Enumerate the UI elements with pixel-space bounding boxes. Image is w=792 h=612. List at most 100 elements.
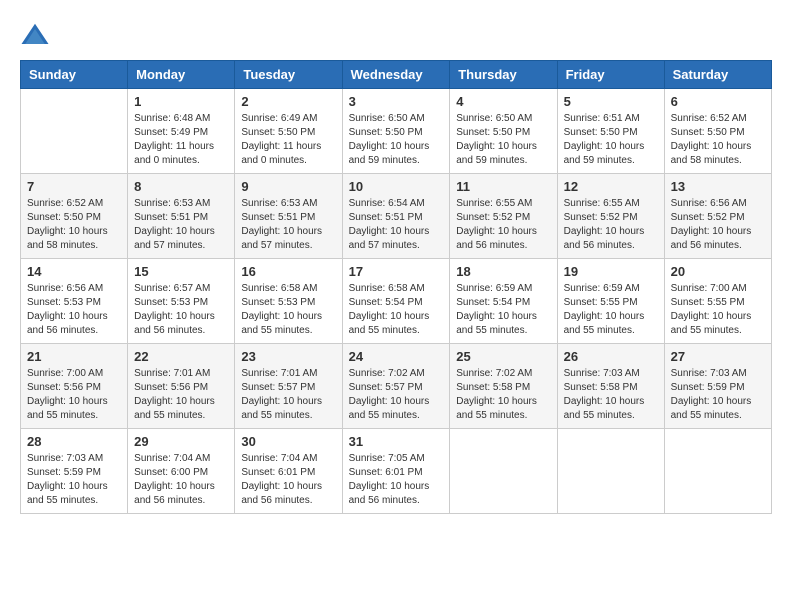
calendar-cell: 1Sunrise: 6:48 AMSunset: 5:49 PMDaylight…	[128, 89, 235, 174]
day-number: 2	[241, 94, 335, 109]
day-info: Sunrise: 7:00 AMSunset: 5:55 PMDaylight:…	[671, 282, 765, 338]
calendar-cell: 11Sunrise: 6:55 AMSunset: 5:52 PMDayligh…	[450, 174, 557, 259]
calendar-cell: 6Sunrise: 6:52 AMSunset: 5:50 PMDaylight…	[664, 89, 771, 174]
day-number: 20	[671, 264, 765, 279]
calendar-cell: 18Sunrise: 6:59 AMSunset: 5:54 PMDayligh…	[450, 259, 557, 344]
day-info: Sunrise: 6:58 AMSunset: 5:53 PMDaylight:…	[241, 282, 335, 338]
col-header-thursday: Thursday	[450, 61, 557, 89]
day-number: 14	[27, 264, 121, 279]
calendar-cell: 29Sunrise: 7:04 AMSunset: 6:00 PMDayligh…	[128, 429, 235, 514]
day-number: 18	[456, 264, 550, 279]
col-header-saturday: Saturday	[664, 61, 771, 89]
calendar-cell: 10 Sunrise: 6:54 AMSunset: 5:51 PMDayligh…	[342, 174, 450, 259]
day-info: Sunrise: 7:03 AMSunset: 5:59 PMDaylight:…	[27, 452, 121, 508]
calendar-cell: 31 Sunrise: 7:05 AMSunset: 6:01 PMDayligh…	[342, 429, 450, 514]
day-info: Sunrise: 7:05 AMSunset: 6:01 PMDaylight:…	[349, 452, 444, 508]
calendar-cell: 21 Sunrise: 7:00 AMSunset: 5:56 PMDayligh…	[21, 344, 128, 429]
col-header-wednesday: Wednesday	[342, 61, 450, 89]
calendar-cell: 28 Sunrise: 7:03 AMSunset: 5:59 PMDayligh…	[21, 429, 128, 514]
day-number: 17	[349, 264, 444, 279]
calendar-table: SundayMondayTuesdayWednesdayThursdayFrid…	[20, 60, 772, 514]
calendar-cell: 9 Sunrise: 6:53 AMSunset: 5:51 PMDaylight…	[235, 174, 342, 259]
day-number: 31	[349, 434, 444, 449]
calendar-week-1: 7Sunrise: 6:52 AMSunset: 5:50 PMDaylight…	[21, 174, 772, 259]
day-info: Sunrise: 6:55 AMSunset: 5:52 PMDaylight:…	[564, 197, 658, 253]
day-number: 12	[564, 179, 658, 194]
calendar-week-3: 21 Sunrise: 7:00 AMSunset: 5:56 PMDayligh…	[21, 344, 772, 429]
calendar-cell: 7Sunrise: 6:52 AMSunset: 5:50 PMDaylight…	[21, 174, 128, 259]
day-info: Sunrise: 6:49 AMSunset: 5:50 PMDaylight:…	[241, 112, 335, 168]
day-info: Sunrise: 6:56 AMSunset: 5:52 PMDaylight:…	[671, 197, 765, 253]
calendar-cell: 17Sunrise: 6:58 AMSunset: 5:54 PMDayligh…	[342, 259, 450, 344]
calendar-cell: 16 Sunrise: 6:58 AMSunset: 5:53 PMDayligh…	[235, 259, 342, 344]
calendar-cell: 23Sunrise: 7:01 AMSunset: 5:57 PMDayligh…	[235, 344, 342, 429]
day-info: Sunrise: 6:56 AMSunset: 5:53 PMDaylight:…	[27, 282, 121, 338]
day-info: Sunrise: 7:00 AMSunset: 5:56 PMDaylight:…	[27, 367, 121, 423]
day-info: Sunrise: 7:03 AMSunset: 5:58 PMDaylight:…	[564, 367, 658, 423]
day-number: 24	[349, 349, 444, 364]
day-number: 10	[349, 179, 444, 194]
calendar-cell	[557, 429, 664, 514]
day-info: Sunrise: 6:54 AMSunset: 5:51 PMDaylight:…	[349, 197, 444, 253]
day-number: 5	[564, 94, 658, 109]
calendar-cell: 13Sunrise: 6:56 AMSunset: 5:52 PMDayligh…	[664, 174, 771, 259]
calendar-cell: 3 Sunrise: 6:50 AMSunset: 5:50 PMDaylight…	[342, 89, 450, 174]
day-number: 28	[27, 434, 121, 449]
day-number: 27	[671, 349, 765, 364]
day-info: Sunrise: 6:53 AMSunset: 5:51 PMDaylight:…	[241, 197, 335, 253]
logo	[20, 20, 54, 50]
day-number: 16	[241, 264, 335, 279]
calendar-header-row: SundayMondayTuesdayWednesdayThursdayFrid…	[21, 61, 772, 89]
day-number: 9	[241, 179, 335, 194]
calendar-cell: 20 Sunrise: 7:00 AMSunset: 5:55 PMDayligh…	[664, 259, 771, 344]
calendar-cell	[21, 89, 128, 174]
calendar-cell: 30 Sunrise: 7:04 AMSunset: 6:01 PMDayligh…	[235, 429, 342, 514]
calendar-cell: 8 Sunrise: 6:53 AMSunset: 5:51 PMDaylight…	[128, 174, 235, 259]
calendar-cell	[450, 429, 557, 514]
calendar-cell: 25 Sunrise: 7:02 AMSunset: 5:58 PMDayligh…	[450, 344, 557, 429]
day-number: 3	[349, 94, 444, 109]
day-number: 26	[564, 349, 658, 364]
day-info: Sunrise: 7:03 AMSunset: 5:59 PMDaylight:…	[671, 367, 765, 423]
day-number: 8	[134, 179, 228, 194]
day-info: Sunrise: 6:50 AMSunset: 5:50 PMDaylight:…	[349, 112, 444, 168]
day-info: Sunrise: 7:01 AMSunset: 5:56 PMDaylight:…	[134, 367, 228, 423]
col-header-friday: Friday	[557, 61, 664, 89]
day-number: 1	[134, 94, 228, 109]
calendar-cell: 12 Sunrise: 6:55 AMSunset: 5:52 PMDayligh…	[557, 174, 664, 259]
calendar-week-4: 28 Sunrise: 7:03 AMSunset: 5:59 PMDayligh…	[21, 429, 772, 514]
day-number: 11	[456, 179, 550, 194]
day-info: Sunrise: 7:04 AMSunset: 6:01 PMDaylight:…	[241, 452, 335, 508]
day-number: 30	[241, 434, 335, 449]
day-info: Sunrise: 6:53 AMSunset: 5:51 PMDaylight:…	[134, 197, 228, 253]
calendar-cell	[664, 429, 771, 514]
col-header-monday: Monday	[128, 61, 235, 89]
calendar-cell: 26 Sunrise: 7:03 AMSunset: 5:58 PMDayligh…	[557, 344, 664, 429]
calendar-cell: 14 Sunrise: 6:56 AMSunset: 5:53 PMDayligh…	[21, 259, 128, 344]
day-number: 25	[456, 349, 550, 364]
day-info: Sunrise: 6:50 AMSunset: 5:50 PMDaylight:…	[456, 112, 550, 168]
day-info: Sunrise: 6:59 AMSunset: 5:55 PMDaylight:…	[564, 282, 658, 338]
day-info: Sunrise: 6:51 AMSunset: 5:50 PMDaylight:…	[564, 112, 658, 168]
logo-icon	[20, 20, 50, 50]
day-info: Sunrise: 7:02 AMSunset: 5:58 PMDaylight:…	[456, 367, 550, 423]
calendar-cell: 5 Sunrise: 6:51 AMSunset: 5:50 PMDaylight…	[557, 89, 664, 174]
day-info: Sunrise: 6:52 AMSunset: 5:50 PMDaylight:…	[27, 197, 121, 253]
page-header	[20, 20, 772, 50]
day-number: 19	[564, 264, 658, 279]
day-info: Sunrise: 7:01 AMSunset: 5:57 PMDaylight:…	[241, 367, 335, 423]
calendar-cell: 4Sunrise: 6:50 AMSunset: 5:50 PMDaylight…	[450, 89, 557, 174]
day-number: 21	[27, 349, 121, 364]
calendar-cell: 19 Sunrise: 6:59 AMSunset: 5:55 PMDayligh…	[557, 259, 664, 344]
calendar-cell: 2 Sunrise: 6:49 AMSunset: 5:50 PMDaylight…	[235, 89, 342, 174]
calendar-week-2: 14 Sunrise: 6:56 AMSunset: 5:53 PMDayligh…	[21, 259, 772, 344]
day-number: 6	[671, 94, 765, 109]
calendar-cell: 27 Sunrise: 7:03 AMSunset: 5:59 PMDayligh…	[664, 344, 771, 429]
calendar-cell: 15 Sunrise: 6:57 AMSunset: 5:53 PMDayligh…	[128, 259, 235, 344]
day-info: Sunrise: 6:57 AMSunset: 5:53 PMDaylight:…	[134, 282, 228, 338]
calendar-cell: 22Sunrise: 7:01 AMSunset: 5:56 PMDayligh…	[128, 344, 235, 429]
day-number: 15	[134, 264, 228, 279]
col-header-tuesday: Tuesday	[235, 61, 342, 89]
day-info: Sunrise: 7:04 AMSunset: 6:00 PMDaylight:…	[134, 452, 228, 508]
day-info: Sunrise: 7:02 AMSunset: 5:57 PMDaylight:…	[349, 367, 444, 423]
